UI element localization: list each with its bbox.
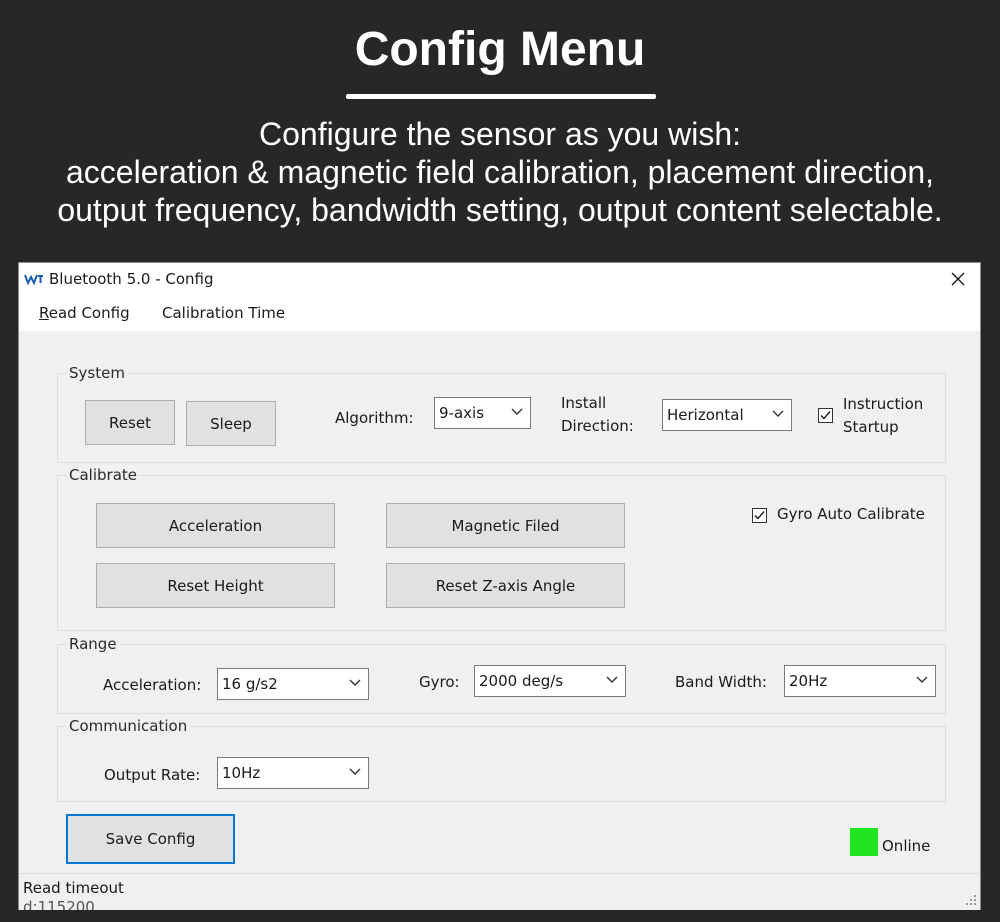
band-width-label: Band Width: [675, 673, 767, 691]
online-status-label: Online [882, 837, 931, 855]
install-direction-value: Herizontal [667, 406, 744, 424]
chevron-down-icon [349, 768, 361, 775]
output-rate-label: Output Rate: [104, 766, 201, 784]
algorithm-label: Algorithm: [335, 409, 414, 427]
online-status-indicator [850, 828, 878, 856]
gyro-auto-calibrate-label: Gyro Auto Calibrate [777, 505, 925, 523]
gyro-range-value: 2000 deg/s [479, 672, 564, 690]
gyro-range-label: Gyro: [419, 673, 460, 691]
instruction-label-line2: Startup [843, 418, 899, 436]
chevron-down-icon [349, 679, 361, 686]
wit-logo-icon [24, 272, 44, 286]
status-message: Read timeout [23, 879, 124, 897]
chevron-down-icon [606, 676, 618, 683]
chevron-down-icon [916, 676, 928, 683]
status-baud-partial: d:115200 [23, 898, 95, 910]
communication-group-label: Communication [66, 717, 191, 735]
gyro-auto-calibrate-checkbox[interactable] [752, 508, 767, 523]
instruction-startup-checkbox[interactable] [818, 408, 833, 423]
install-label-line1: Install [561, 394, 607, 412]
system-group-label: System [66, 364, 128, 382]
magnetic-calibrate-button[interactable]: Magnetic Filed [386, 503, 625, 548]
banner-subtitle-1: Configure the sensor as you wish: [258, 116, 742, 152]
range-group-label: Range [66, 635, 120, 653]
chevron-down-icon [772, 410, 784, 417]
checkmark-icon [754, 511, 765, 520]
band-width-select[interactable]: 20Hz [784, 665, 936, 697]
reset-z-axis-button[interactable]: Reset Z-axis Angle [386, 563, 625, 608]
banner-title: Config Menu [354, 23, 646, 76]
algorithm-value: 9-axis [439, 404, 485, 422]
band-width-value: 20Hz [789, 672, 828, 690]
algorithm-select[interactable]: 9-axis [434, 397, 531, 429]
output-rate-select[interactable]: 10Hz [217, 757, 369, 789]
status-bar: Read timeout d:115200 [19, 873, 980, 910]
reset-button[interactable]: Reset [85, 400, 175, 445]
resize-grip-icon[interactable] [965, 894, 977, 906]
acceleration-range-label: Acceleration: [103, 676, 202, 694]
menu-read-config[interactable]: Read Config [39, 304, 130, 322]
sleep-button[interactable]: Sleep [186, 401, 276, 446]
title-bar[interactable]: Bluetooth 5.0 - Config [19, 263, 980, 295]
calibrate-group-label: Calibrate [66, 466, 140, 484]
communication-group: Communication [57, 717, 946, 802]
menu-calibration-time[interactable]: Calibration Time [162, 304, 285, 322]
chevron-down-icon [511, 408, 523, 415]
install-direction-select[interactable]: Herizontal [662, 399, 792, 431]
install-label-line2: Direction: [561, 417, 634, 435]
close-icon[interactable] [936, 263, 980, 295]
save-config-button[interactable]: Save Config [66, 814, 235, 864]
banner-subtitle-3: output frequency, bandwidth setting, out… [57, 192, 943, 228]
menu-bar: Read Config Calibration Time [19, 295, 980, 331]
banner-subtitle-2: acceleration & magnetic field calibratio… [65, 154, 934, 190]
config-window: Bluetooth 5.0 - Config Read Config Calib… [18, 262, 981, 910]
acceleration-range-select[interactable]: 16 g/s2 [217, 668, 369, 700]
checkmark-icon [820, 411, 831, 420]
output-rate-value: 10Hz [222, 764, 261, 782]
banner-underline [346, 94, 656, 99]
acceleration-calibrate-button[interactable]: Acceleration [96, 503, 335, 548]
acceleration-range-value: 16 g/s2 [222, 675, 278, 693]
window-title: Bluetooth 5.0 - Config [49, 270, 214, 288]
gyro-range-select[interactable]: 2000 deg/s [474, 665, 626, 697]
reset-height-button[interactable]: Reset Height [96, 563, 335, 608]
instruction-label-line1: Instruction [843, 395, 924, 413]
